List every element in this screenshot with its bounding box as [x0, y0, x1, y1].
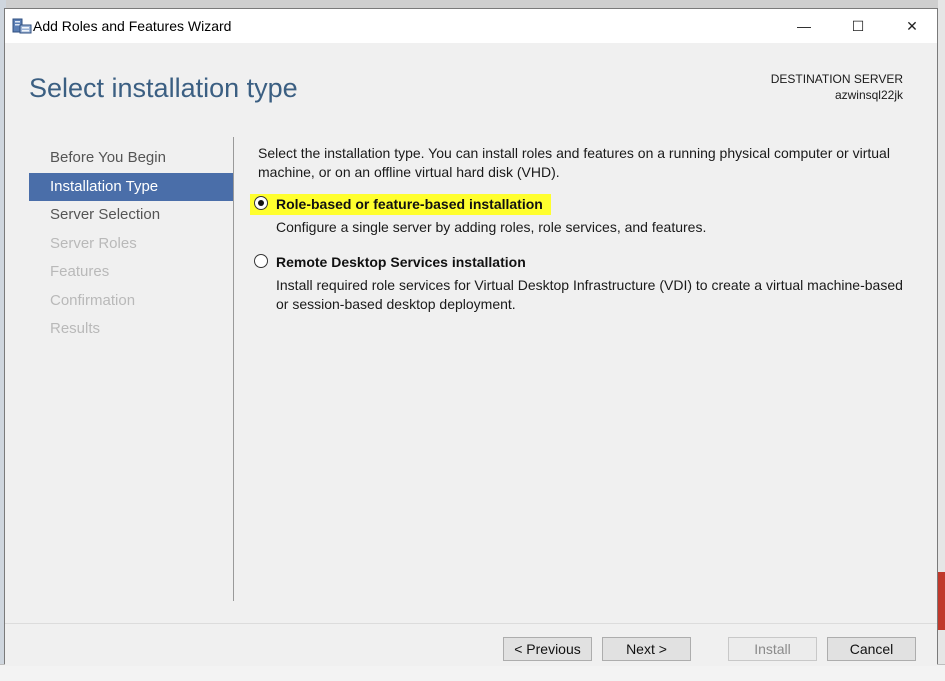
wizard-steps-nav: Before You Begin Installation Type Serve…: [29, 144, 233, 344]
minimize-icon: —: [797, 18, 811, 34]
option-role-based[interactable]: Role-based or feature-based installation…: [250, 194, 916, 237]
nav-divider: [233, 137, 234, 601]
option-description-remote-desktop: Install required role services for Virtu…: [276, 277, 903, 312]
nav-item-results: Results: [50, 320, 101, 337]
background-red-tile: [938, 572, 945, 630]
wizard-footer: < Previous Next > Install Cancel: [5, 623, 937, 666]
destination-server-label: DESTINATION SERVER: [770, 72, 903, 86]
cancel-button[interactable]: Cancel: [827, 637, 916, 661]
nav-item-before-you-begin[interactable]: Before You Begin: [29, 144, 233, 173]
background-bottom-edge: [0, 664, 945, 681]
title-bar[interactable]: Add Roles and Features Wizard — ☐ ✕: [5, 9, 937, 43]
nav-item-server-selection[interactable]: Server Selection: [29, 201, 233, 230]
nav-item-installation-type[interactable]: Installation Type: [29, 172, 233, 201]
next-button[interactable]: Next >: [602, 637, 691, 661]
previous-button[interactable]: < Previous: [503, 637, 592, 661]
nav-item-server-roles: Server Roles: [50, 234, 137, 252]
nav-item-features: Features: [50, 263, 110, 280]
option-highlight: Role-based or feature-based installation: [250, 194, 551, 215]
minimize-button[interactable]: —: [781, 9, 827, 43]
main-panel: Select the installation type. You can in…: [250, 144, 918, 312]
window-title: Add Roles and Features Wizard: [33, 18, 232, 34]
option-label-remote-desktop[interactable]: Remote Desktop Services installation: [276, 254, 526, 270]
option-remote-desktop[interactable]: Remote Desktop Services installation Ins…: [254, 252, 916, 314]
server-manager-icon: [12, 18, 32, 34]
close-icon: ✕: [906, 17, 918, 34]
wizard-content: Select installation type DESTINATION SER…: [5, 43, 937, 623]
radio-role-based[interactable]: [254, 196, 268, 210]
destination-server-name: azwinsql22jk: [834, 88, 903, 102]
nav-item-confirmation: Confirmation: [50, 291, 136, 309]
wizard-window: Add Roles and Features Wizard — ☐ ✕ Sele…: [4, 8, 938, 666]
install-button: Install: [728, 637, 817, 661]
option-description-role-based: Configure a single server by adding role…: [276, 219, 707, 235]
background-desktop-strip: [0, 0, 945, 8]
radio-remote-desktop[interactable]: [254, 254, 268, 268]
page-title: Select installation type: [29, 73, 298, 103]
option-label-role-based[interactable]: Role-based or feature-based installation: [276, 196, 543, 212]
intro-text: Select the installation type. You can in…: [258, 145, 890, 180]
option-label-wrap: Remote Desktop Services installation: [250, 252, 534, 273]
close-button[interactable]: ✕: [889, 9, 935, 43]
maximize-button[interactable]: ☐: [835, 9, 881, 43]
maximize-icon: ☐: [851, 17, 865, 34]
